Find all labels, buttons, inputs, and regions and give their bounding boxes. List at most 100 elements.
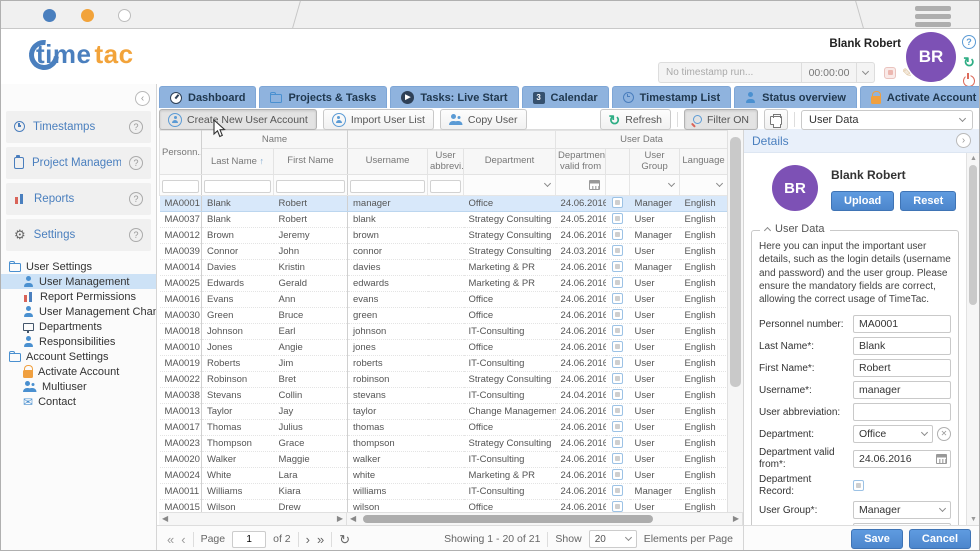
tab-projects-tasks[interactable]: Projects & Tasks <box>259 86 388 108</box>
tab-tasks-live-start[interactable]: ▶ Tasks: Live Start <box>390 86 519 108</box>
table-row[interactable]: MA0016 Evans Ann evans Office 24.06.2016 User E… <box>159 291 727 308</box>
tab-calendar[interactable]: 3 Calendar <box>521 86 609 108</box>
sidebar-collapse-button[interactable]: ‹ <box>135 91 150 106</box>
sidebar-item-report-permissions[interactable]: Report Permissions <box>1 289 156 304</box>
record-icon[interactable] <box>605 371 630 388</box>
table-row[interactable]: MA0011 Williams Kiara williams IT-Consulting… <box>159 483 727 500</box>
table-row[interactable]: MA0017 Thomas Julius thomas Office 24.06.2016… <box>159 419 727 436</box>
filter-department-select[interactable] <box>466 179 553 188</box>
help-icon[interactable]: ? <box>129 192 143 206</box>
filter-valid-from-date[interactable] <box>558 180 603 190</box>
page-number-input[interactable] <box>232 530 267 548</box>
filter-user-group-select[interactable] <box>632 179 677 188</box>
table-row[interactable]: MA0001 Blank Robert manager Office 24.06.2016… <box>159 195 727 212</box>
reload-table-icon[interactable]: ↻ <box>339 533 350 546</box>
table-row[interactable]: MA0030 Green Bruce green Office 24.06.2016 Use… <box>159 307 727 324</box>
column-header-personnel[interactable]: Personn... <box>159 130 202 175</box>
timestamp-dropdown-button[interactable] <box>857 62 875 83</box>
table-vertical-scrollbar[interactable] <box>727 129 743 512</box>
field-input[interactable] <box>853 381 951 400</box>
record-icon[interactable] <box>605 339 630 356</box>
sidebar-item-responsibilities[interactable]: Responsibilities <box>1 334 156 349</box>
filter-language-select[interactable] <box>682 179 725 188</box>
column-header-department-valid-from[interactable]: Department valid from <box>555 148 607 175</box>
sidebar-item-contact[interactable]: ✉ Contact <box>1 394 156 409</box>
help-icon[interactable]: ? <box>129 228 143 242</box>
table-row[interactable]: MA0038 Stevans Collin stevans IT-Consulting 2… <box>159 387 727 404</box>
filter-first-name-input[interactable] <box>276 179 345 193</box>
sidebar-module-settings[interactable]: ⚙ Settings? <box>6 219 151 251</box>
table-row[interactable]: MA0024 White Lara white Marketing & PR 24.06.… <box>159 467 727 484</box>
cancel-button[interactable]: Cancel <box>908 529 971 549</box>
table-row[interactable]: MA0025 Edwards Gerald edwards Marketing & PR… <box>159 275 727 292</box>
help-icon[interactable]: ? <box>129 156 143 170</box>
table-horizontal-scrollbar[interactable]: ◀ ▶ ◀ ▶ <box>159 512 743 525</box>
table-row[interactable]: MA0015 Wilson Drew wilson Office 24.06.2016 Us… <box>159 499 727 512</box>
filter-username-input[interactable] <box>350 179 425 193</box>
next-page-icon[interactable]: › <box>306 533 310 546</box>
details-expand-button[interactable]: › <box>956 133 971 148</box>
record-icon[interactable] <box>605 259 630 276</box>
field-select[interactable]: Manager <box>853 501 951 520</box>
table-row[interactable]: MA0023 Thompson Grace thompson Strategy Cons… <box>159 435 727 452</box>
table-row[interactable]: MA0010 Jones Angie jones Office 24.06.2016 Use… <box>159 339 727 356</box>
create-new-user-account-button[interactable]: Create New User Account <box>159 109 317 130</box>
menu-icon[interactable] <box>915 6 951 30</box>
table-row[interactable]: MA0037 Blank Robert blank Strategy Consultin… <box>159 211 727 228</box>
upload-button[interactable]: Upload <box>831 191 895 211</box>
record-icon[interactable] <box>605 451 630 468</box>
record-icon[interactable] <box>605 483 630 500</box>
table-row[interactable]: MA0013 Taylor Jay taylor Change Management 24… <box>159 403 727 420</box>
save-button[interactable]: Save <box>851 529 903 549</box>
copy-user-button[interactable]: Copy User <box>439 109 527 130</box>
help-icon[interactable]: ? <box>962 35 976 49</box>
table-row[interactable]: MA0014 Davies Kristin davies Marketing & PR 2… <box>159 259 727 276</box>
user-avatar[interactable]: BR <box>906 32 956 82</box>
details-scrollbar[interactable]: ▲ ▼ <box>966 153 979 525</box>
field-input[interactable] <box>853 359 951 378</box>
sidebar-module-reports[interactable]: Reports? <box>6 183 151 215</box>
help-icon[interactable]: ? <box>129 120 143 134</box>
print-button[interactable] <box>764 109 788 130</box>
record-icon[interactable] <box>605 275 630 292</box>
record-icon[interactable] <box>605 211 630 228</box>
sidebar-item-multiuser[interactable]: Multiuser <box>1 379 156 394</box>
filter-personnel-input[interactable] <box>162 179 199 193</box>
calendar-icon[interactable] <box>936 453 947 464</box>
record-icon[interactable] <box>605 355 630 372</box>
record-icon[interactable] <box>605 403 630 420</box>
table-row[interactable]: MA0022 Robinson Bret robinson Strategy Consu… <box>159 371 727 388</box>
record-icon[interactable] <box>605 387 630 404</box>
record-icon[interactable] <box>605 499 630 512</box>
field-input[interactable] <box>853 403 951 422</box>
last-page-icon[interactable]: » <box>317 533 324 546</box>
import-user-list-button[interactable]: Import User List <box>322 109 434 130</box>
record-icon[interactable] <box>605 323 630 340</box>
column-header-department[interactable]: Department <box>462 148 557 175</box>
traffic-light-orange[interactable] <box>81 9 94 22</box>
sidebar-item-account-settings[interactable]: Account Settings <box>1 349 156 364</box>
column-header-user-abbreviation[interactable]: User abbrevi... <box>427 148 464 175</box>
record-icon[interactable] <box>605 227 630 244</box>
clear-icon[interactable]: ✕ <box>937 427 951 442</box>
sidebar-item-user-settings[interactable]: User Settings <box>1 259 156 274</box>
stop-timestamp-icon[interactable] <box>884 66 896 79</box>
sidebar-module-project-management[interactable]: Project Management? <box>6 147 151 179</box>
sidebar-module-timestamps[interactable]: Timestamps? <box>6 111 151 143</box>
tab-dashboard[interactable]: Dashboard <box>159 86 257 108</box>
table-row[interactable]: MA0019 Roberts Jim roberts IT-Consulting 24.0… <box>159 355 727 372</box>
record-icon[interactable] <box>605 307 630 324</box>
sidebar-item-user-management[interactable]: User Management <box>1 274 156 289</box>
refresh-button[interactable]: ↻ Refresh <box>599 109 671 130</box>
sidebar-item-activate-account[interactable]: Activate Account <box>1 364 156 379</box>
page-size-select[interactable]: 20 <box>588 530 637 548</box>
previous-page-icon[interactable]: ‹ <box>181 533 185 546</box>
tab-timestamp-list[interactable]: Timestamp List <box>611 86 732 108</box>
column-header-first-name[interactable]: First Name <box>273 148 348 175</box>
table-row[interactable]: MA0020 Walker Maggie walker IT-Consulting 24.… <box>159 451 727 468</box>
record-icon[interactable] <box>605 467 630 484</box>
traffic-light-white[interactable] <box>118 9 131 22</box>
collapse-section-icon[interactable] <box>763 226 772 235</box>
record-icon[interactable] <box>605 243 630 260</box>
traffic-light-blue[interactable] <box>43 9 56 22</box>
